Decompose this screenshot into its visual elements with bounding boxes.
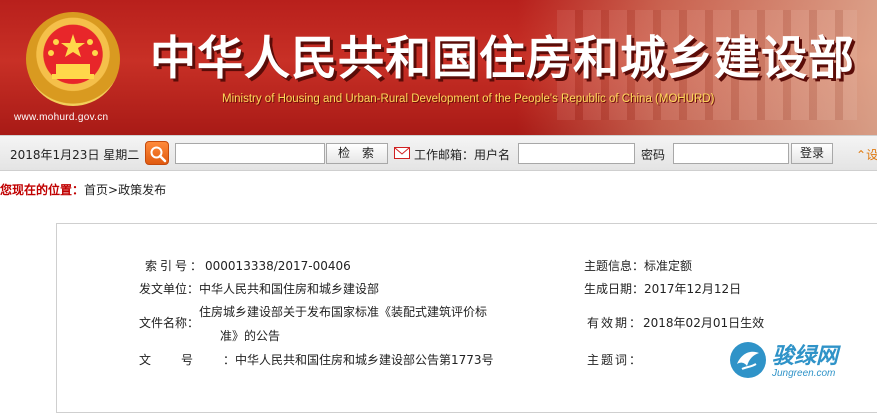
name-value-line2: 准》的公告 — [220, 329, 281, 343]
national-emblem-icon[interactable] — [26, 12, 120, 106]
site-title: 中华人民共和国住房和城乡建设部 — [150, 31, 855, 85]
mail-username-label: 工作邮箱：用户名 — [414, 148, 511, 162]
search-button[interactable]: 检索 — [326, 143, 388, 164]
date-label: 生成日期： — [584, 282, 645, 296]
info-row-name: 文件名称： — [139, 314, 199, 331]
site-url[interactable]: www.mohurd.gov.cn — [14, 112, 108, 123]
site-banner: www.mohurd.gov.cn 中华人民共和国住房和城乡建设部 Minist… — [0, 0, 877, 135]
info-row-date: 生成日期：2017年12月12日 — [584, 280, 741, 297]
login-button[interactable]: 登录 — [791, 143, 833, 164]
topic-value: 标准定额 — [644, 259, 693, 273]
name-value-line1: 住房城乡建设部关于发布国家标准《装配式建筑评价标 — [199, 305, 488, 319]
search-icon[interactable] — [145, 141, 169, 165]
site-title-english: Ministry of Housing and Urban-Rural Deve… — [222, 93, 715, 105]
index-value: 000013338/2017-00406 — [205, 259, 351, 273]
toolbar: 2018年1月23日 星期二 检索 工作邮箱：用户名 密码 登录 ⌃设 — [0, 135, 877, 171]
valid-value: 2018年02月01日生效 — [643, 316, 765, 330]
index-label: 索引号： — [145, 259, 206, 273]
info-row-issuer: 发文单位：中华人民共和国住房和城乡建设部 — [139, 280, 379, 297]
watermark-subtext: Jungreen.com — [772, 368, 836, 379]
keyword-label: 主题词： — [587, 353, 644, 367]
name-label: 文件名称： — [139, 316, 200, 330]
info-row-topic: 主题信息：标准定额 — [584, 257, 692, 274]
breadcrumb: 您现在的位置：首页>政策发布 — [0, 181, 166, 198]
watermark: 骏绿网 Jungreen.com — [728, 338, 877, 388]
settings-link[interactable]: ⌃设 — [856, 146, 877, 163]
info-row-docno: 文号：中华人民共和国住房和城乡建设部公告第1773号 — [139, 351, 494, 368]
watermark-text: 骏绿网 — [772, 344, 839, 369]
topic-label: 主题信息： — [584, 259, 645, 273]
valid-label: 有效期： — [587, 316, 644, 330]
issuer-value: 中华人民共和国住房和城乡建设部 — [199, 282, 380, 296]
date-value: 2017年12月12日 — [644, 282, 742, 296]
breadcrumb-label: 您现在的位置： — [0, 183, 85, 197]
password-label: 密码 — [641, 148, 666, 162]
chevron-up-icon: ⌃ — [856, 148, 867, 162]
mail-icon — [394, 147, 410, 159]
issuer-label: 发文单位： — [139, 282, 200, 296]
info-row-keyword: 主题词： — [587, 351, 643, 368]
search-input[interactable] — [175, 143, 325, 164]
docno-value: 中华人民共和国住房和城乡建设部公告第1773号 — [235, 353, 494, 367]
password-field[interactable] — [673, 143, 789, 164]
current-date: 2018年1月23日 星期二 — [10, 148, 140, 162]
bird-logo-icon — [730, 342, 766, 378]
info-row-index: 索引号：000013338/2017-00406 — [145, 257, 351, 274]
info-row-valid: 有效期：2018年02月01日生效 — [587, 314, 764, 331]
breadcrumb-path[interactable]: 首页>政策发布 — [84, 183, 166, 197]
username-field[interactable] — [518, 143, 635, 164]
